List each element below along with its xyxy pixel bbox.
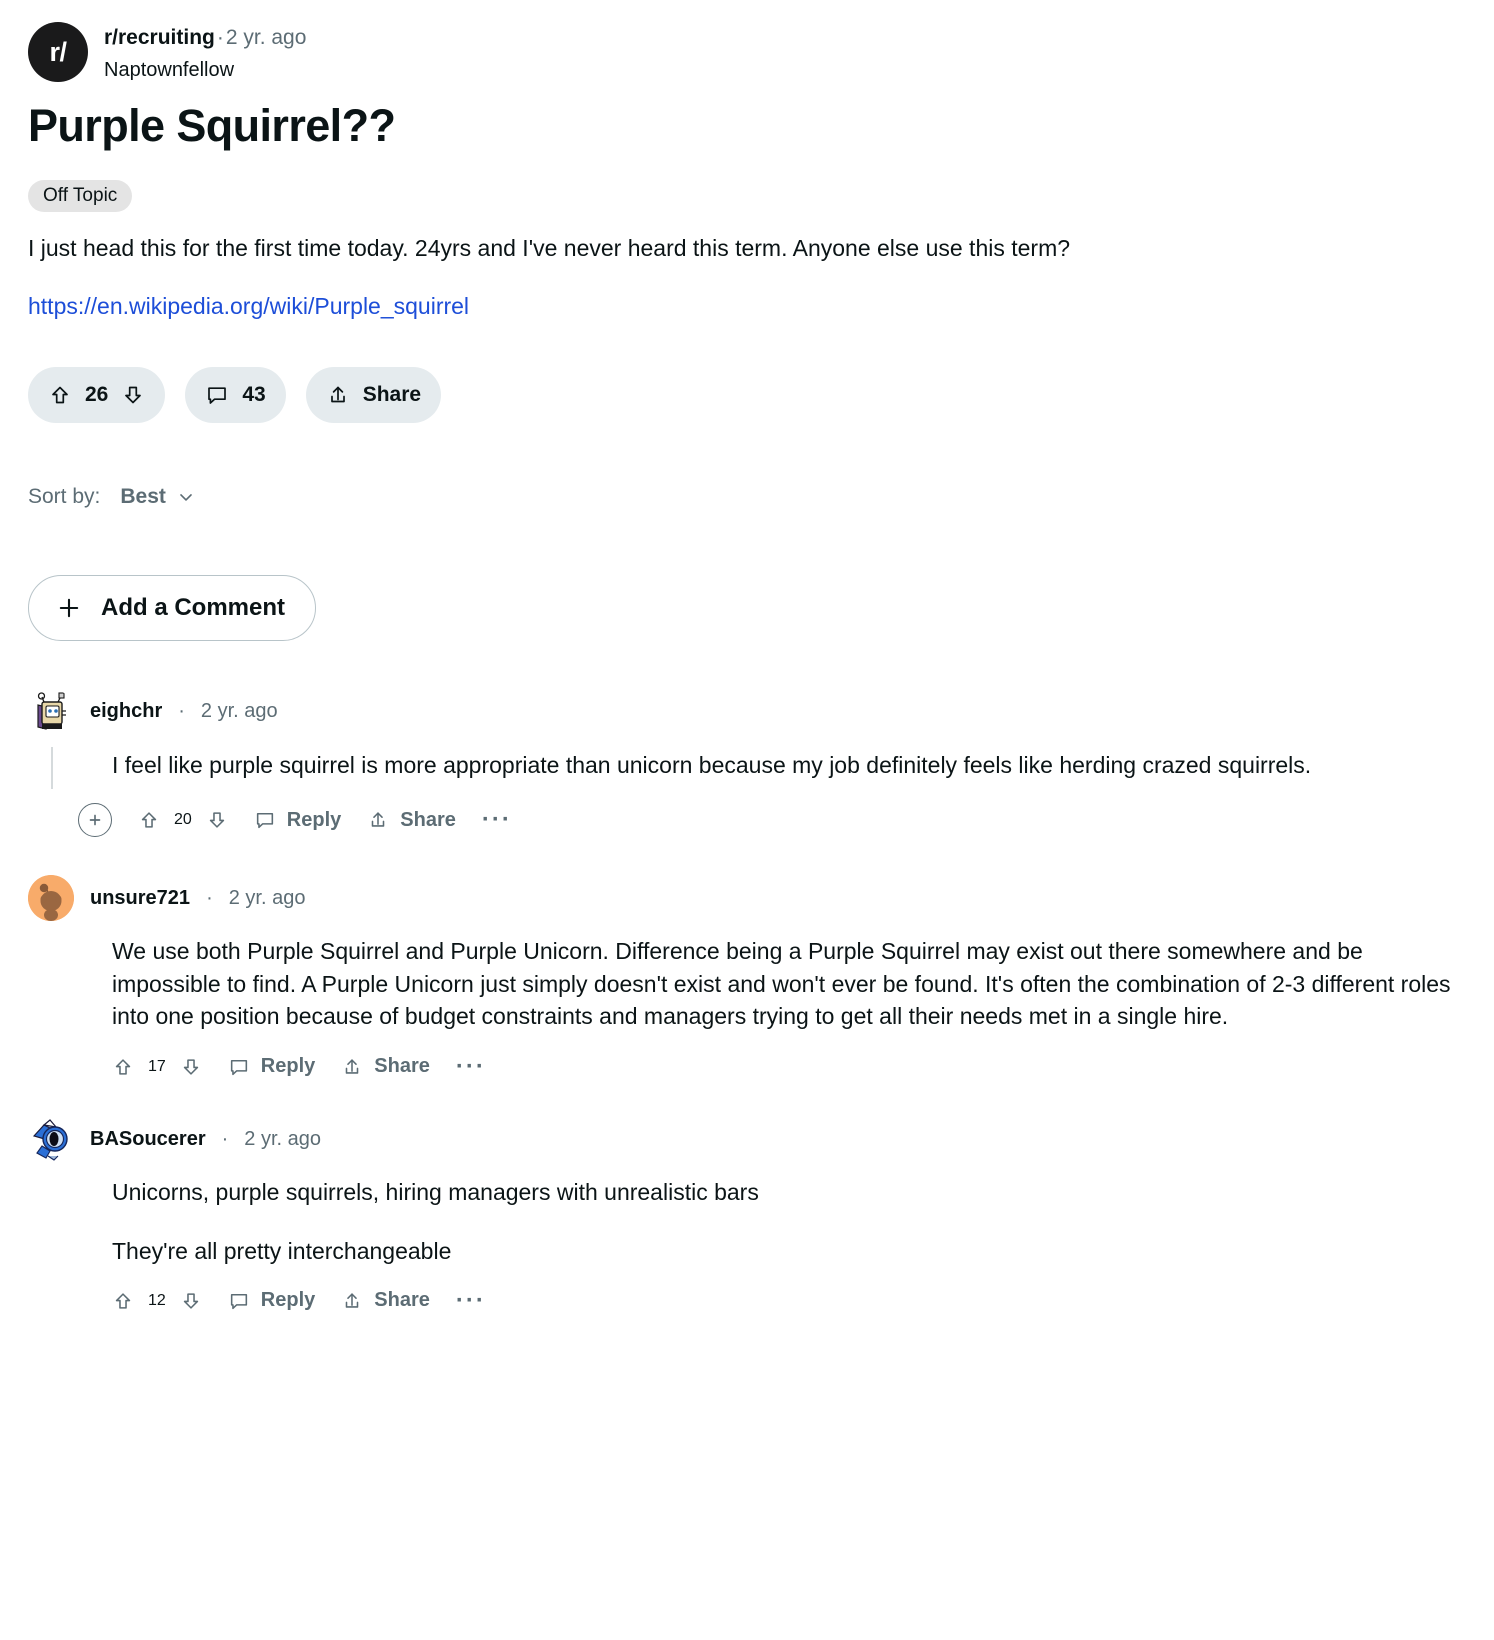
post-comment-count: 43 [242,382,266,406]
sort-by-label: Sort by: [28,484,101,508]
upvote-arrow-icon[interactable] [112,1056,134,1078]
comment-reply-label: Reply [260,1055,316,1078]
comment-header: eighchr · 2 yr. ago [28,688,1466,735]
subreddit-avatar-glyph: r/ [49,36,67,67]
collapse-thread-button[interactable] [78,803,112,838]
blue-mech-avatar[interactable] [28,1116,74,1163]
chevron-down-icon [176,487,196,507]
downvote-arrow-icon[interactable] [121,383,145,407]
comment-body: We use both Purple Squirrel and Purple U… [112,935,1466,1033]
comment-bubble-icon [228,1056,250,1078]
comment-body: I feel like purple squirrel is more appr… [112,749,1466,782]
comment-item: eighchr · 2 yr. ago I feel like purple s… [28,688,1466,838]
comment-share-label: Share [374,1055,430,1078]
comment-paragraph: We use both Purple Squirrel and Purple U… [112,938,1451,1030]
subreddit-link[interactable]: r/recruiting [104,26,215,49]
post-author[interactable]: Naptownfellow [104,58,306,84]
post-meta-line: r/recruiting·2 yr. ago [104,25,306,52]
comment-author[interactable]: eighchr [90,700,162,723]
comment-score: 17 [148,1057,166,1075]
comment-more-options-button[interactable]: ··· [482,808,512,831]
comment-reply-button[interactable]: Reply [254,809,341,832]
downvote-arrow-icon[interactable] [180,1056,202,1078]
post-header: r/ r/recruiting·2 yr. ago Naptownfellow [28,22,1466,83]
comment-header: unsure721 · 2 yr. ago [28,875,1466,922]
post-meta: r/recruiting·2 yr. ago Naptownfellow [104,22,306,83]
meta-separator: · [216,26,224,49]
comment-reply-label: Reply [286,808,342,831]
comment-action-row: 12 Reply Share ··· [112,1289,1466,1312]
sort-row: Sort by: Best [28,485,1466,509]
comment-share-button[interactable]: Share [341,1055,430,1078]
post-flair-row: Off Topic [28,179,1466,212]
comment-reply-button[interactable]: Reply [228,1055,315,1078]
sort-dropdown[interactable]: Best [120,485,196,509]
comment-header: BASoucerer · 2 yr. ago [28,1116,1466,1163]
comment-age: 2 yr. ago [244,1127,321,1150]
thread-line[interactable] [51,746,53,790]
plus-icon [55,594,83,622]
share-icon [326,383,350,407]
add-comment-button[interactable]: Add a Comment [28,574,317,641]
comment-reply-button[interactable]: Reply [228,1289,315,1312]
share-icon [367,809,389,831]
comment-bubble-icon [254,809,276,831]
post-action-bar: 26 43 Share [28,366,1466,423]
share-icon [341,1056,363,1078]
share-label: Share [362,382,422,406]
tv-robot-avatar[interactable] [28,688,74,735]
comments-pill[interactable]: 43 [185,366,286,423]
upvote-arrow-icon[interactable] [48,383,72,407]
comment-more-options-button[interactable]: ··· [456,1055,486,1078]
comment-author[interactable]: unsure721 [90,887,190,910]
comment-age: 2 yr. ago [228,886,306,909]
comment-meta-separator: · [178,700,185,723]
comment-meta-separator: · [206,886,213,909]
comment-meta-separator: · [221,1127,229,1150]
comment-paragraph: They're all pretty interchangeable [112,1237,452,1264]
comment-reply-label: Reply [260,1289,316,1312]
comment-share-button[interactable]: Share [367,809,456,832]
comment-vote-group: 12 [112,1290,202,1312]
comment-action-row: 20 Reply Share ··· [78,803,1466,838]
share-icon [341,1290,363,1312]
add-comment-label: Add a Comment [101,593,286,621]
comment-share-label: Share [374,1289,430,1312]
comment-item: unsure721 · 2 yr. ago We use both Purple… [28,875,1466,1078]
comment-paragraph: I feel like purple squirrel is more appr… [112,751,1312,778]
comment-paragraph: Unicorns, purple squirrels, hiring manag… [112,1179,759,1206]
post-age: 2 yr. ago [225,26,307,49]
post-external-link[interactable]: https://en.wikipedia.org/wiki/Purple_squ… [28,293,1466,320]
comment-vote-group: 17 [112,1056,202,1078]
downvote-arrow-icon[interactable] [206,809,228,831]
vote-pill[interactable]: 26 [28,366,166,423]
upvote-arrow-icon[interactable] [112,1290,134,1312]
post-body-text: I just head this for the first time toda… [28,234,1071,261]
reddit-post-page: r/ r/recruiting·2 yr. ago Naptownfellow … [0,0,1494,1312]
comment-share-button[interactable]: Share [341,1289,430,1312]
comment-share-label: Share [400,808,456,831]
comment-more-options-button[interactable]: ··· [456,1289,486,1312]
comment-body: Unicorns, purple squirrels, hiring manag… [112,1176,1466,1267]
comment-score: 20 [174,811,192,829]
post-title: Purple Squirrel?? [28,100,396,152]
comment-bubble-icon [205,383,229,407]
post-flair-badge[interactable]: Off Topic [28,179,133,212]
sort-current-value: Best [120,484,166,508]
comment-bubble-icon [228,1290,250,1312]
comment-action-row: 17 Reply Share ··· [112,1055,1466,1078]
comments-list: eighchr · 2 yr. ago I feel like purple s… [28,688,1466,1313]
comment-vote-group: 20 [138,809,228,831]
comment-item: BASoucerer · 2 yr. ago Unicorns, purple … [28,1116,1466,1312]
comment-age: 2 yr. ago [200,700,278,723]
orange-snoo-avatar[interactable] [28,875,74,922]
comment-score: 12 [148,1291,166,1309]
post-score: 26 [85,382,109,406]
downvote-arrow-icon[interactable] [180,1290,202,1312]
comment-author[interactable]: BASoucerer [90,1128,206,1151]
share-pill[interactable]: Share [305,366,442,423]
upvote-arrow-icon[interactable] [138,809,160,831]
subreddit-avatar[interactable]: r/ [28,22,88,82]
